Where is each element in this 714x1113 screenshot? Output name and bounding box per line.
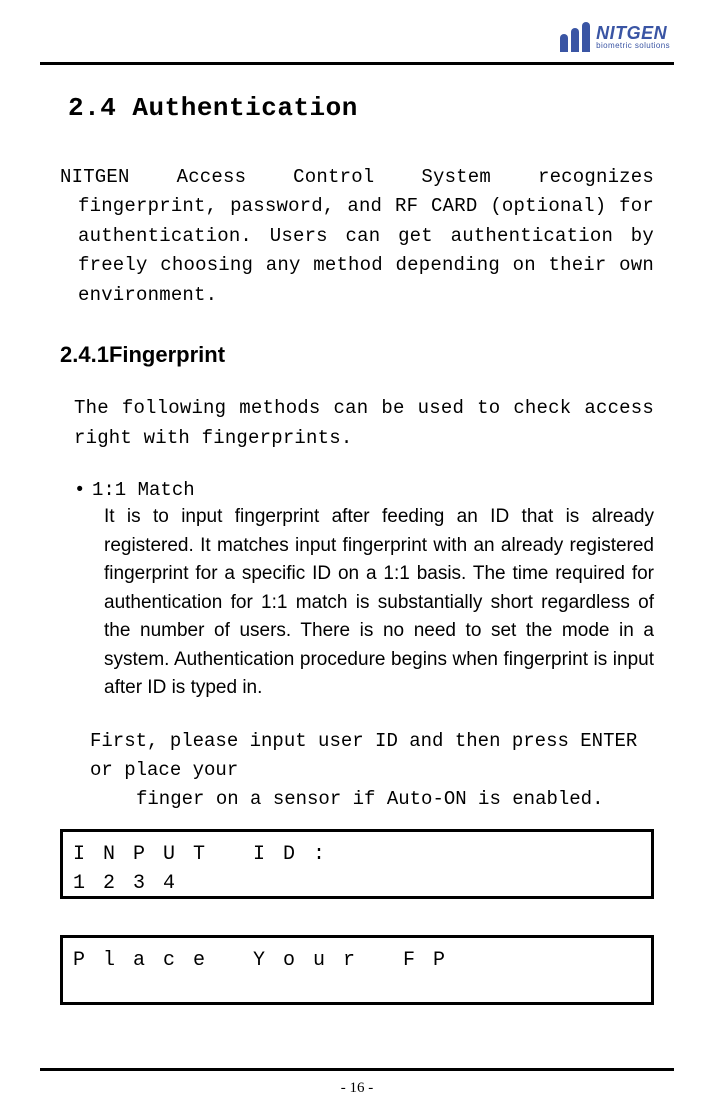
lcd-cell [493,840,523,869]
page-number: - 16 - [0,1080,714,1097]
lcd-cell [343,869,373,898]
lcd-cell: u [313,946,343,975]
logo-bars-icon [560,22,590,52]
instruction-line2: finger on a sensor if Auto-ON is enabled… [90,785,654,814]
lcd-cell: 4 [163,869,193,898]
lcd-cell [223,840,253,869]
lcd-cell: l [103,946,133,975]
lcd-cell: P [133,840,163,869]
lcd-cell [433,840,463,869]
lcd-cell [373,840,403,869]
lcd-cell [373,946,403,975]
instruction-line1: First, please input user ID and then pre… [90,727,654,786]
lcd-cell: c [163,946,193,975]
lcd-display-1: INPUTID: 1234 [60,829,654,899]
lcd-cell: N [103,840,133,869]
lcd-cell [463,869,493,898]
lcd-cell: T [193,840,223,869]
section-number: 2.4 [68,93,116,123]
page: NITGEN biometric solutions 2.4 Authentic… [0,0,714,1113]
lcd-cell: I [73,840,103,869]
section-title: Authentication [132,93,357,123]
lcd-cell: a [133,946,163,975]
lcd-cell [193,869,223,898]
lcd1-row2: 1234 [73,869,641,898]
subsection-number: 2.4.1 [60,342,109,367]
lcd-cell: 2 [103,869,133,898]
nitgen-logo: NITGEN biometric solutions [560,22,670,52]
lcd-cell: U [163,840,193,869]
lcd-cell [223,946,253,975]
subsection-title: Fingerprint [109,342,225,367]
instruction: First, please input user ID and then pre… [60,727,654,815]
lcd-cell: Y [253,946,283,975]
lcd-cell [493,869,523,898]
lcd-cell [403,869,433,898]
subsection-intro: The following methods can be used to che… [60,394,654,453]
lcd-cell [283,869,313,898]
lcd-cell: I [253,840,283,869]
header: NITGEN biometric solutions [40,14,674,60]
lcd2-row1: PlaceYourFP [73,946,641,975]
subsection-heading: 2.4.1Fingerprint [60,342,654,368]
lcd-cell [403,840,433,869]
content: 2.4 Authentication NITGEN Access Control… [40,65,674,1005]
lcd-cell: 1 [73,869,103,898]
lcd-display-2: PlaceYourFP [60,935,654,1005]
bullet-body: It is to input fingerprint after feeding… [74,503,654,703]
lcd-cell [463,946,493,975]
lcd-cell: P [433,946,463,975]
lcd-cell [373,869,403,898]
lcd-cell [223,869,253,898]
lcd1-row1: INPUTID: [73,840,641,869]
section-intro: NITGEN Access Control System recognizes … [60,163,654,310]
lcd-cell [493,946,523,975]
logo-brand: NITGEN [596,24,670,42]
lcd-cell: D [283,840,313,869]
section-heading: 2.4 Authentication [60,93,654,123]
lcd-cell [433,869,463,898]
lcd-cell: 3 [133,869,163,898]
lcd-cell: r [343,946,373,975]
lcd-cell: o [283,946,313,975]
logo-tagline: biometric solutions [596,42,670,50]
bullet-head: 1:1 Match [74,479,654,501]
intro-text: NITGEN Access Control System recognizes … [60,163,654,310]
lcd-cell [253,869,283,898]
lcd-cell: e [193,946,223,975]
bullet-item: 1:1 Match It is to input fingerprint aft… [60,479,654,703]
footer-divider [40,1068,674,1071]
logo-text: NITGEN biometric solutions [596,24,670,50]
lcd-cell: P [73,946,103,975]
lcd-cell [343,840,373,869]
lcd-cell: : [313,840,343,869]
lcd-cell [463,840,493,869]
lcd-cell: F [403,946,433,975]
lcd-cell [313,869,343,898]
